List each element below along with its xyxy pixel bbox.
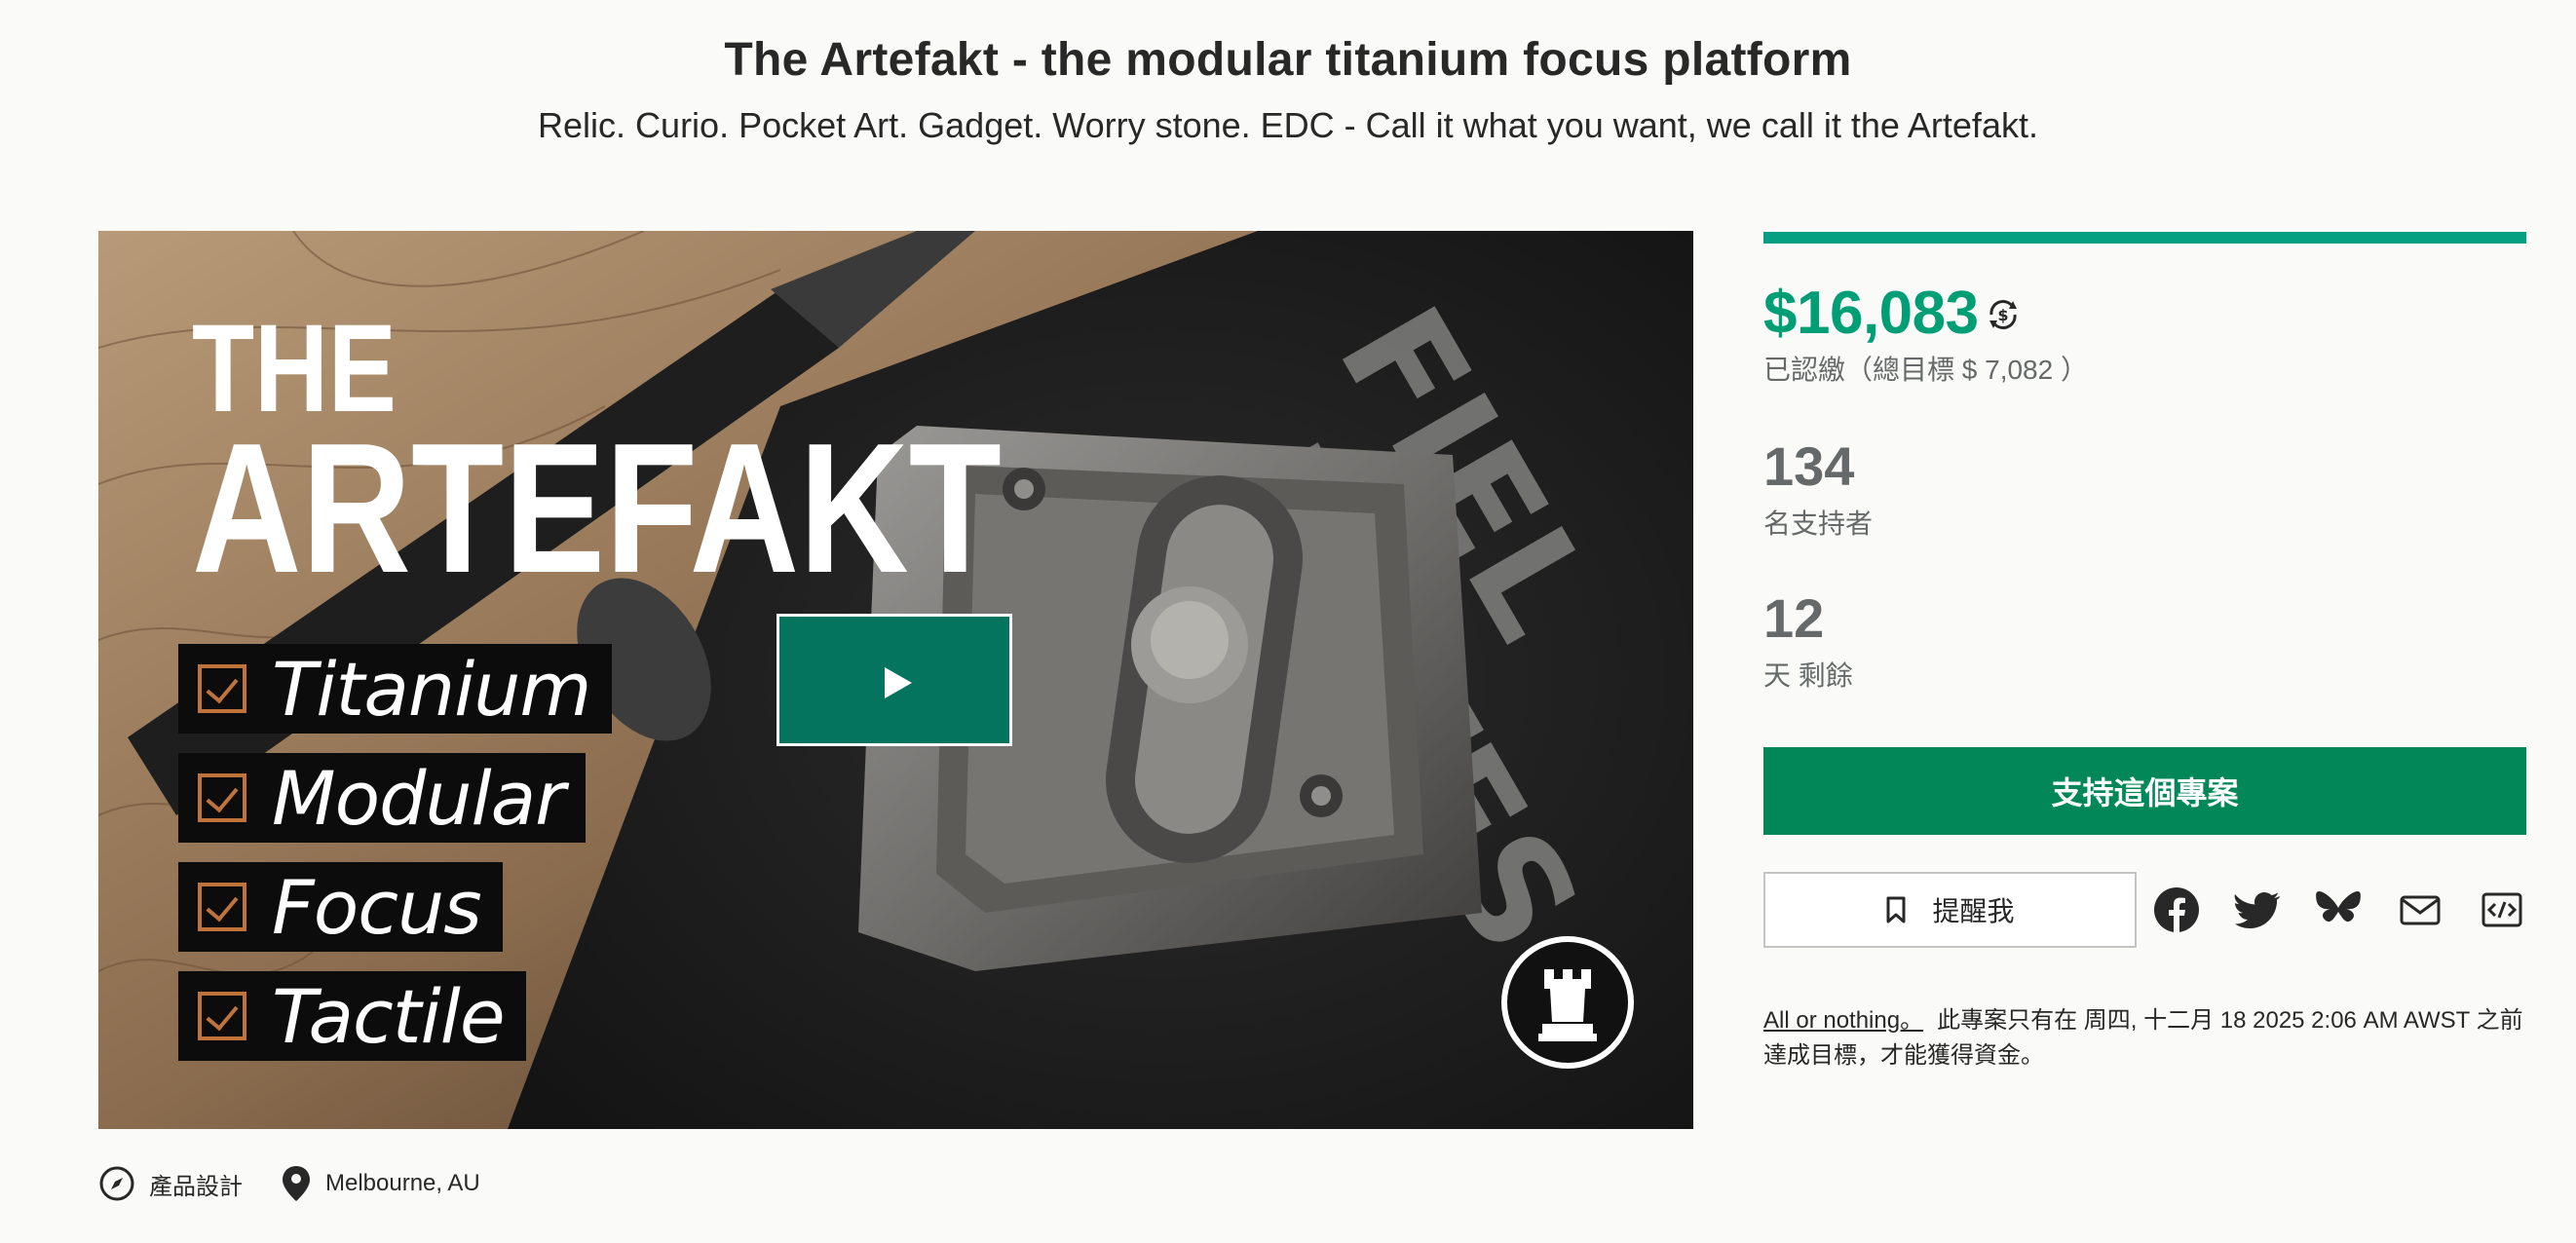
feature-modular: Modular xyxy=(178,753,587,843)
project-title: The Artefakt - the modular titanium focu… xyxy=(724,34,1852,86)
svg-text:$: $ xyxy=(1997,306,2008,324)
hero-title-artefakt: ARTEFAKT xyxy=(192,405,1002,612)
feature-titanium: Titanium xyxy=(178,644,613,734)
checkbox-icon xyxy=(198,883,246,931)
back-this-project-button[interactable]: 支持這個專案 xyxy=(1763,747,2526,835)
bluesky-icon[interactable] xyxy=(2315,886,2362,933)
facebook-icon[interactable] xyxy=(2153,886,2200,933)
embed-icon[interactable] xyxy=(2479,886,2525,933)
backers-count: 134 xyxy=(1763,435,1855,497)
rook-logo-icon xyxy=(1501,936,1634,1069)
checkbox-icon xyxy=(198,664,246,713)
checkbox-icon xyxy=(198,773,246,822)
pledged-amount: $16,083 xyxy=(1763,280,1979,347)
project-subtitle: Relic. Curio. Pocket Art. Gadget. Worry … xyxy=(538,105,2038,145)
feature-label: Modular xyxy=(272,754,565,842)
funding-progress-fill xyxy=(1763,232,2526,244)
feature-label: Titanium xyxy=(272,645,591,733)
play-icon xyxy=(885,667,912,698)
compass-icon xyxy=(99,1166,134,1201)
category-label: 產品設計 xyxy=(149,1173,243,1200)
category-link[interactable]: 產品設計 xyxy=(98,1164,243,1203)
backers-label: 名支持者 xyxy=(1763,508,1874,539)
location-label: Melbourne, AU xyxy=(325,1170,480,1196)
all-or-nothing-notice: All or nothing。 此專案只有在 周四, 十二月 18 2025 2:… xyxy=(1763,1003,2543,1074)
location-link[interactable]: Melbourne, AU xyxy=(281,1164,480,1203)
checkbox-icon xyxy=(198,992,246,1040)
play-video-button[interactable] xyxy=(777,614,1012,746)
location-pin-icon xyxy=(283,1166,310,1201)
feature-label: Tactile xyxy=(272,972,506,1060)
feature-tactile: Tactile xyxy=(178,971,526,1061)
email-icon[interactable] xyxy=(2397,886,2443,933)
project-video[interactable]: FIEL NOTES THE ARTEFAKT Titanium Modular… xyxy=(98,231,1693,1129)
all-or-nothing-link[interactable]: All or nothing。 xyxy=(1763,1007,1923,1034)
days-remaining-label: 天 剩餘 xyxy=(1763,660,1853,691)
days-remaining-count: 12 xyxy=(1763,587,1825,649)
remind-me-label: 提醒我 xyxy=(1932,896,2015,926)
feature-focus: Focus xyxy=(178,862,503,952)
remind-me-button[interactable]: 提醒我 xyxy=(1763,872,2137,948)
bookmark-icon xyxy=(1886,896,1906,923)
goal-text: 已認繳（總目標 $ 7,082 ） xyxy=(1763,355,2088,385)
funding-progress-bar xyxy=(1763,232,2526,244)
twitter-icon[interactable] xyxy=(2233,886,2280,933)
currency-convert-icon[interactable]: $ xyxy=(1984,295,2023,334)
feature-label: Focus xyxy=(272,863,482,951)
